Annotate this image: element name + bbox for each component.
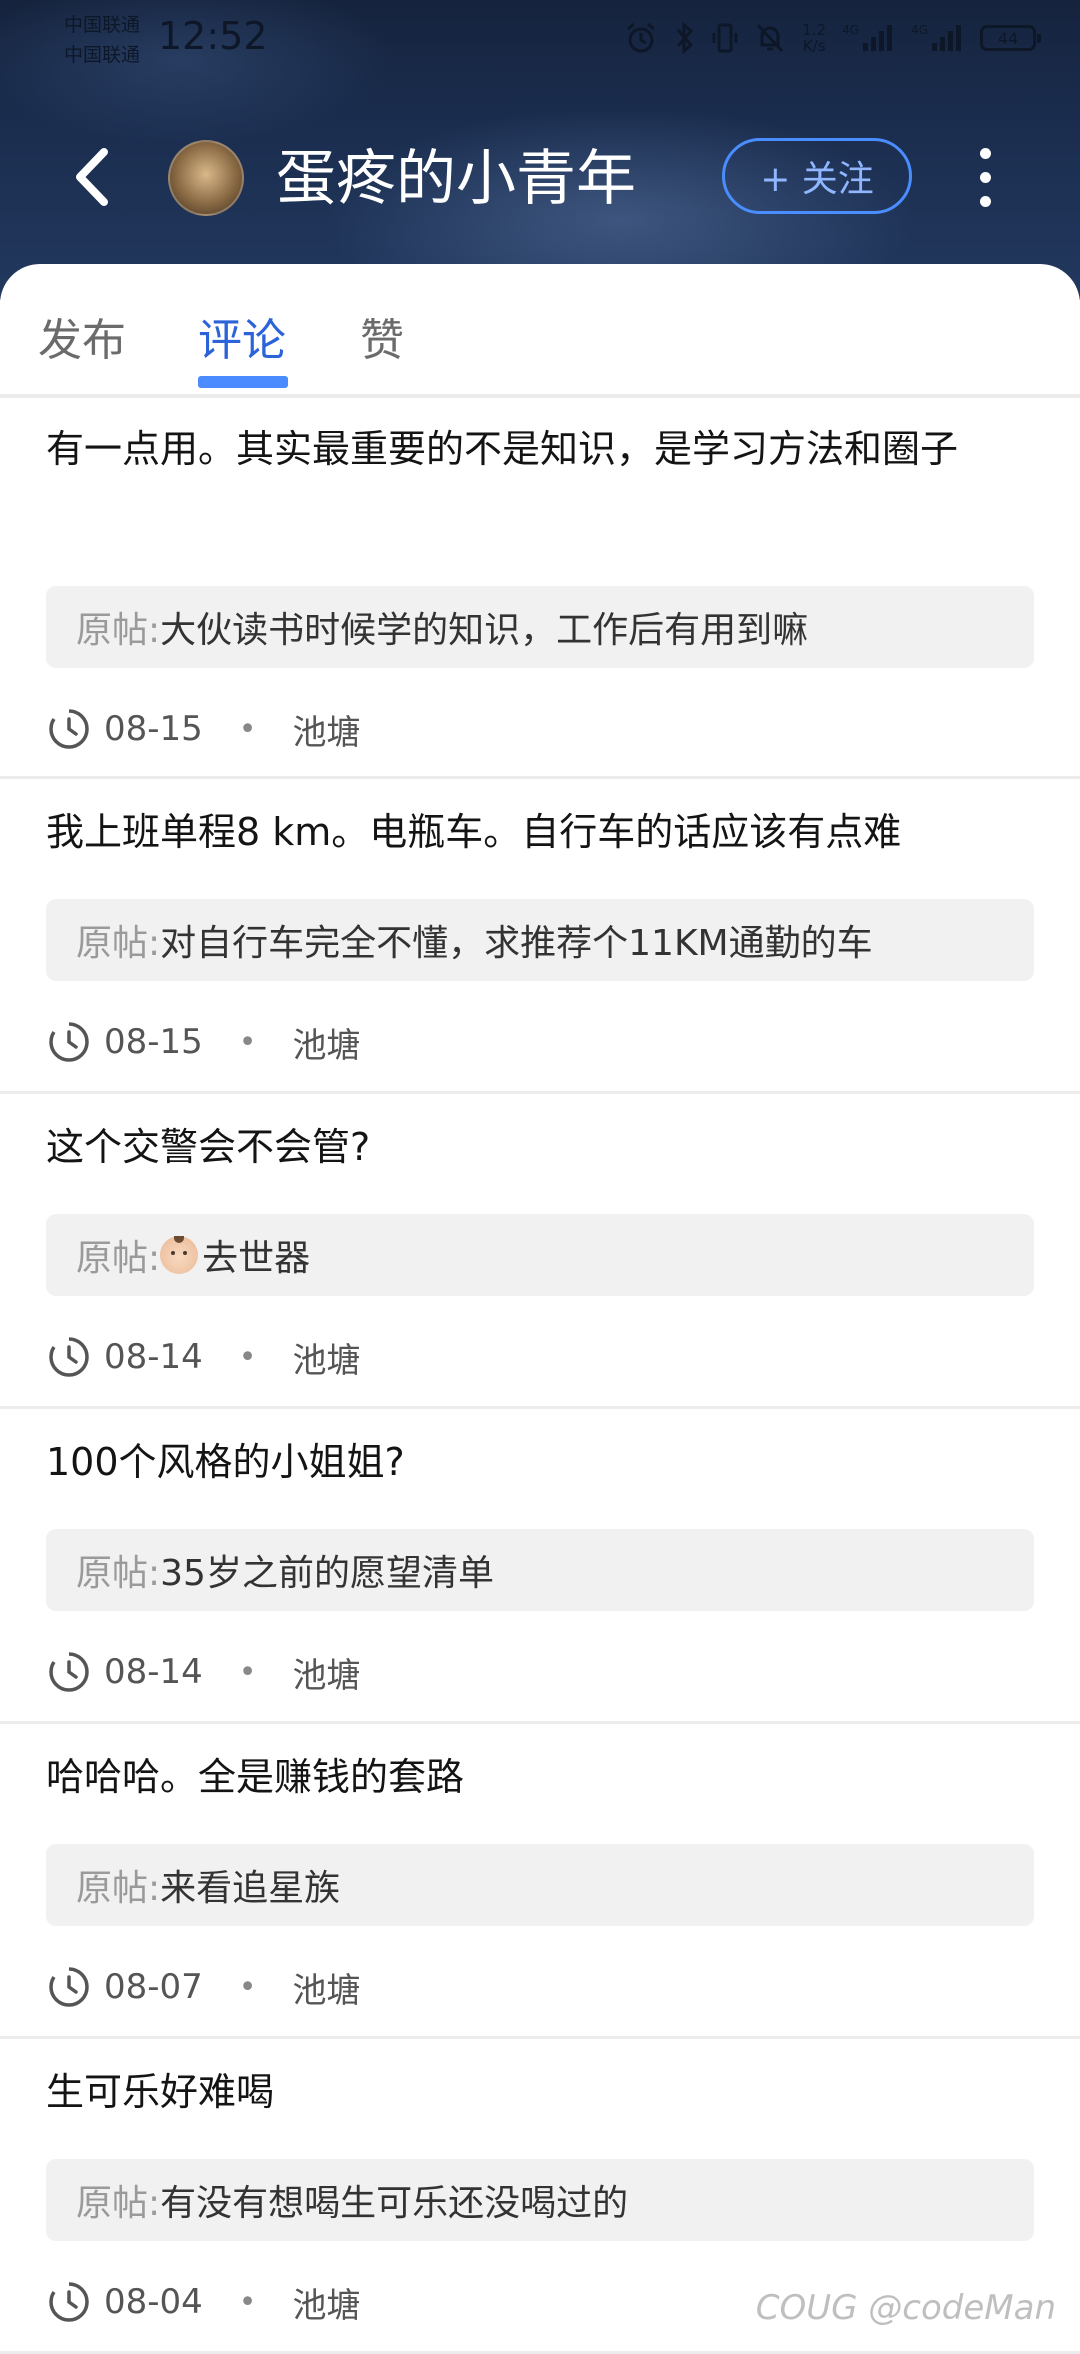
original-post-link[interactable]: 原帖: 来看追星族 <box>46 1844 1034 1926</box>
status-icons: 1.2 K/s 4G 4G 44 <box>624 16 1041 60</box>
clock-icon <box>49 707 89 749</box>
comment-text: 100个风格的小姐姐? <box>46 1440 405 1484</box>
net-speed: 1.2 K/s <box>802 22 826 54</box>
list-item[interactable]: 100个风格的小姐姐? 原帖: 35岁之前的愿望清单 08-14 • 池塘 <box>0 1409 1080 1724</box>
profile-header: 蛋疼的小青年 + 关注 <box>0 120 1080 240</box>
clock-icon <box>49 1020 89 1062</box>
battery-icon: 44 <box>980 25 1041 51</box>
comment-meta: 08-14 • 池塘 <box>46 1332 361 1382</box>
watermark: COUG @codeMan <box>755 2288 1056 2328</box>
original-prefix: 原帖: <box>76 1553 161 1594</box>
comment-circle[interactable]: 池塘 <box>293 705 361 754</box>
dot-icon <box>979 195 991 207</box>
meta-separator: • <box>238 2284 257 2320</box>
carrier-names: 中国联通 中国联通 <box>64 10 140 70</box>
clock-icon <box>49 1965 89 2007</box>
signal-1: 4G <box>842 23 895 53</box>
original-title: 去世器 <box>202 1238 311 1279</box>
baby-emoji-icon <box>160 1236 199 1274</box>
back-button[interactable] <box>66 142 126 212</box>
original-title: 大伙读书时候学的知识，工作后有用到嘛 <box>160 610 809 651</box>
follow-button[interactable]: + 关注 <box>722 138 912 214</box>
comment-meta: 08-14 • 池塘 <box>46 1647 361 1697</box>
comment-text: 生可乐好难喝 <box>46 2070 275 2114</box>
signal-2: 4G <box>911 23 964 53</box>
list-item[interactable]: 哈哈哈。全是赚钱的套路 原帖: 来看追星族 08-07 • 池塘 <box>0 1724 1080 2039</box>
tab-bar: 发布 评论 赞 <box>0 264 1080 398</box>
carrier-1: 中国联通 <box>64 14 141 36</box>
comment-circle[interactable]: 池塘 <box>293 1648 361 1697</box>
tab-likes[interactable]: 赞 <box>360 304 404 368</box>
comment-circle[interactable]: 池塘 <box>293 1963 361 2012</box>
clock-icon <box>49 1650 89 1692</box>
original-post-link[interactable]: 原帖: 有没有想喝生可乐还没喝过的 <box>46 2159 1034 2241</box>
original-post-link[interactable]: 原帖: 大伙读书时候学的知识，工作后有用到嘛 <box>46 586 1034 668</box>
clock-icon <box>49 1335 89 1377</box>
dot-icon <box>979 171 991 183</box>
bluetooth-icon <box>674 21 696 55</box>
comment-date: 08-15 <box>104 709 203 749</box>
alarm-icon <box>624 21 658 55</box>
list-item[interactable]: 这个交警会不会管? 原帖: 去世器 08-14 • 池塘 <box>0 1094 1080 1409</box>
comment-date: 08-04 <box>104 2282 203 2322</box>
active-tab-indicator <box>198 376 288 388</box>
comment-list: 有一点用。其实最重要的不是知识，是学习方法和圈子 原帖: 大伙读书时候学的知识，… <box>0 398 1080 2354</box>
comment-date: 08-15 <box>104 1022 203 1062</box>
original-post-link[interactable]: 原帖: 35岁之前的愿望清单 <box>46 1529 1034 1611</box>
comment-meta: 08-07 • 池塘 <box>46 1962 361 2012</box>
list-item[interactable]: 我上班单程8 km。电瓶车。自行车的话应该有点难 原帖: 对自行车完全不懂，求推… <box>0 779 1080 1094</box>
comment-date: 08-07 <box>104 1967 203 2007</box>
status-time: 12:52 <box>158 14 268 58</box>
original-title: 来看追星族 <box>160 1868 341 1909</box>
comment-circle[interactable]: 池塘 <box>293 1018 361 1067</box>
meta-separator: • <box>238 1024 257 1060</box>
original-prefix: 原帖: <box>76 610 161 651</box>
avatar[interactable] <box>168 140 244 216</box>
carrier-2: 中国联通 <box>64 44 141 66</box>
mute-bell-icon <box>754 21 786 55</box>
list-item[interactable]: 有一点用。其实最重要的不是知识，是学习方法和圈子 原帖: 大伙读书时候学的知识，… <box>0 398 1080 779</box>
content-sheet: 发布 评论 赞 有一点用。其实最重要的不是知识，是学习方法和圈子 原帖: 大伙读… <box>0 264 1080 2354</box>
original-prefix: 原帖: <box>76 2183 161 2224</box>
comment-date: 08-14 <box>104 1337 203 1377</box>
original-post-link[interactable]: 原帖: 对自行车完全不懂，求推荐个11KM通勤的车 <box>46 899 1034 981</box>
comment-meta: 08-15 • 池塘 <box>46 1017 361 1067</box>
original-prefix: 原帖: <box>76 923 161 964</box>
comment-date: 08-14 <box>104 1652 203 1692</box>
tab-comments[interactable]: 评论 <box>198 304 286 368</box>
meta-separator: • <box>238 1339 257 1375</box>
meta-separator: • <box>238 711 257 747</box>
original-prefix: 原帖: <box>76 1868 161 1909</box>
meta-separator: • <box>238 1654 257 1690</box>
original-title: 对自行车完全不懂，求推荐个11KM通勤的车 <box>160 923 873 964</box>
net-speed-unit: K/s <box>802 37 826 55</box>
chevron-left-icon <box>76 148 108 206</box>
meta-separator: • <box>238 1969 257 2005</box>
network-type-2: 4G <box>911 23 928 37</box>
original-prefix: 原帖: <box>76 1238 161 1279</box>
battery-indicator: 44 <box>980 25 1041 51</box>
comment-text: 哈哈哈。全是赚钱的套路 <box>46 1755 465 1799</box>
comment-circle[interactable]: 池塘 <box>293 2278 361 2327</box>
comment-meta: 08-04 • 池塘 <box>46 2277 361 2327</box>
comment-text: 我上班单程8 km。电瓶车。自行车的话应该有点难 <box>46 810 902 854</box>
network-type-1: 4G <box>842 23 860 37</box>
comment-meta: 08-15 • 池塘 <box>46 704 361 754</box>
profile-nickname: 蛋疼的小青年 <box>276 144 636 214</box>
more-menu-button[interactable] <box>970 142 1000 212</box>
status-bar: 中国联通 中国联通 12:52 1.2 K/s 4G 4G 44 <box>0 0 1080 80</box>
original-title: 35岁之前的愿望清单 <box>160 1553 494 1594</box>
dot-icon <box>979 147 991 159</box>
comment-circle[interactable]: 池塘 <box>293 1333 361 1382</box>
vibrate-icon <box>712 21 738 55</box>
tab-posts[interactable]: 发布 <box>38 304 126 368</box>
original-post-link[interactable]: 原帖: 去世器 <box>46 1214 1034 1296</box>
comment-text: 这个交警会不会管? <box>46 1125 371 1169</box>
signal-bars-icon <box>863 25 893 51</box>
signal-bars-icon <box>932 25 961 51</box>
original-title: 有没有想喝生可乐还没喝过的 <box>160 2183 629 2224</box>
clock-icon <box>49 2280 89 2322</box>
comment-text: 有一点用。其实最重要的不是知识，是学习方法和圈子 <box>46 427 959 471</box>
